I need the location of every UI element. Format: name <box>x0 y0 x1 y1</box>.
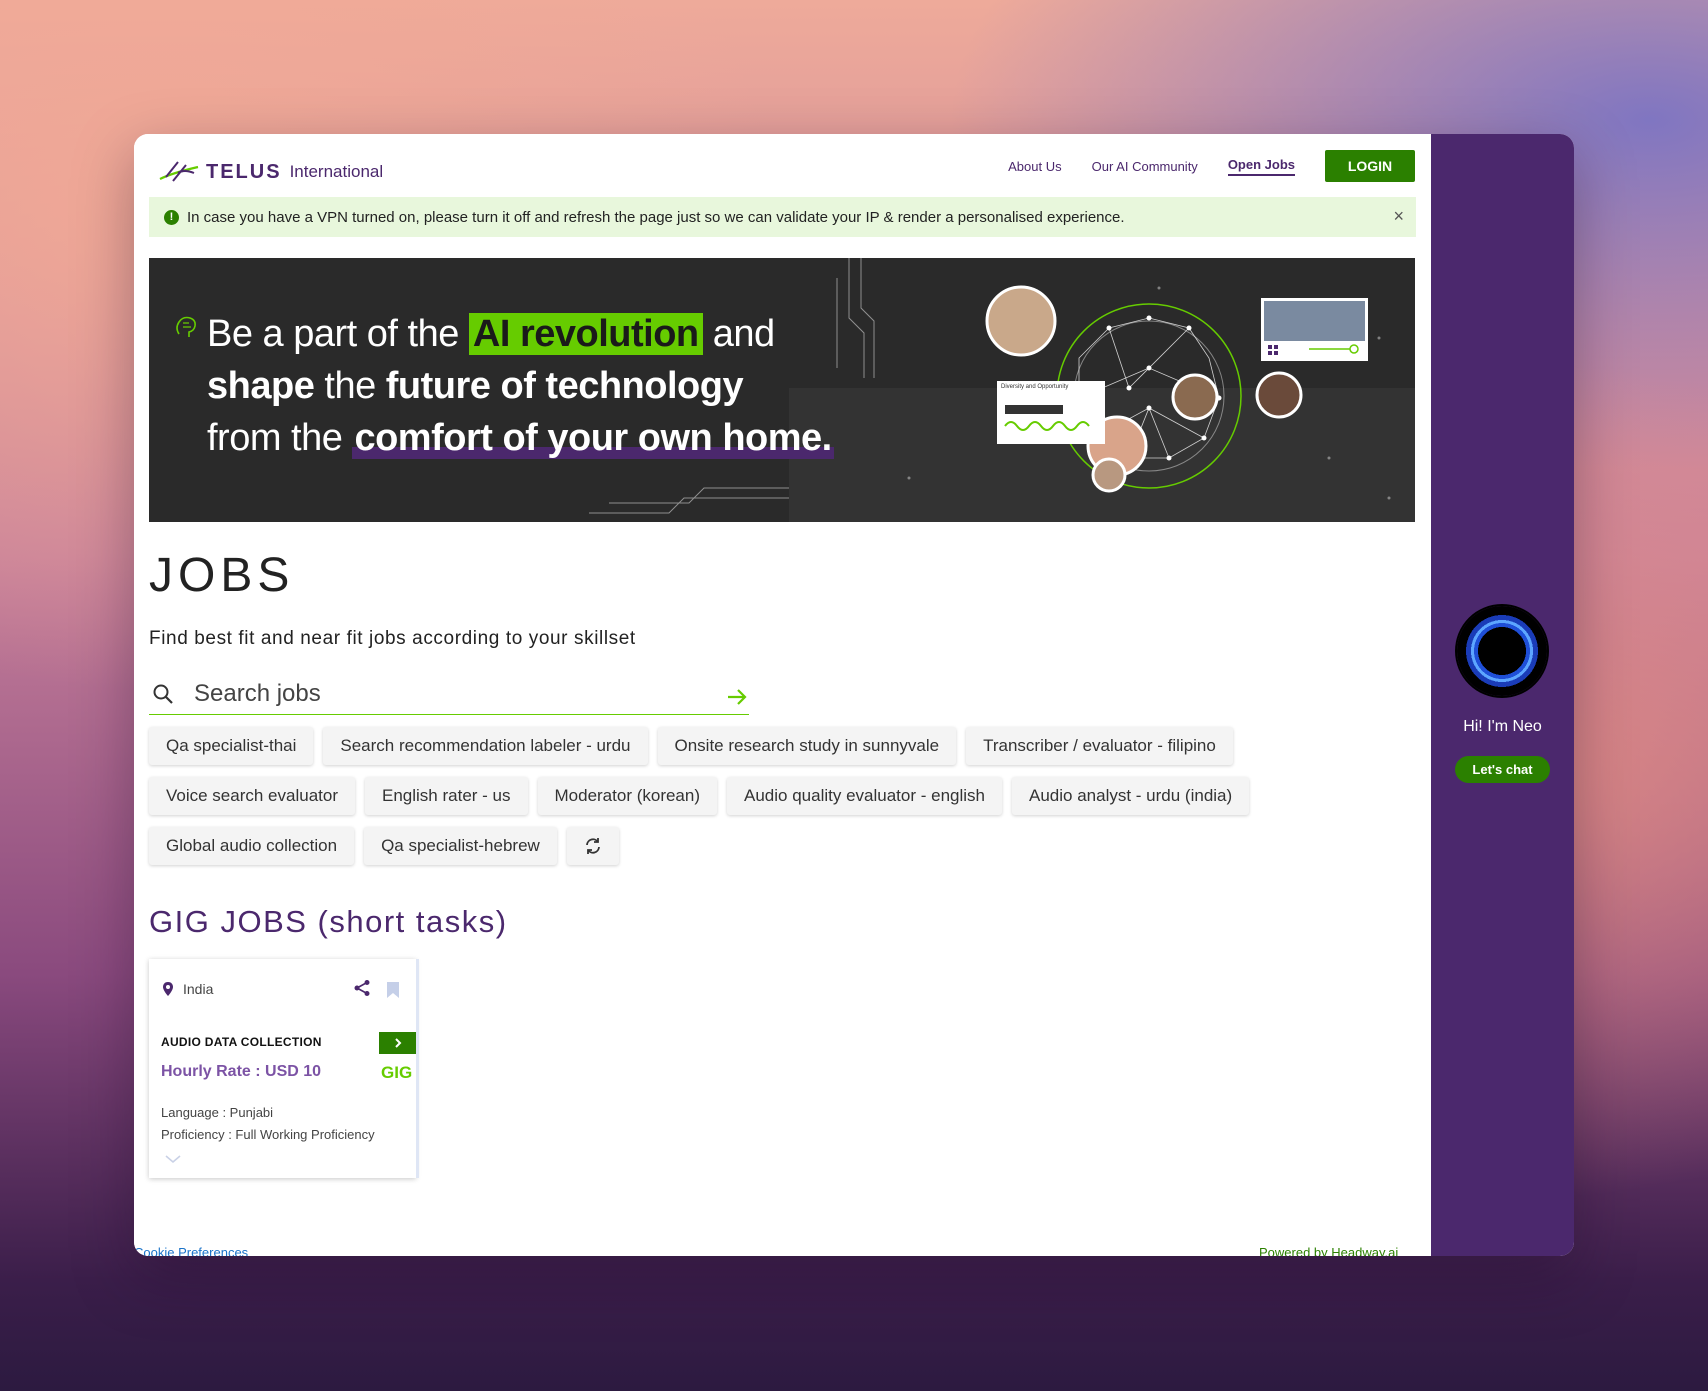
job-chip[interactable]: Moderator (korean) <box>537 777 718 815</box>
card-hourly-rate: Hourly Rate : USD 10 <box>161 1063 322 1080</box>
job-chip[interactable]: Audio quality evaluator - english <box>727 777 1002 815</box>
hero-banner: Be a part of the AI revolution and shape… <box>149 258 1415 522</box>
powered-by-text: Powered by Headway.ai <box>1259 1245 1399 1256</box>
chip-row: Qa specialist-thai Search recommendation… <box>149 727 1419 765</box>
bookmark-icon[interactable] <box>386 981 400 999</box>
nav-about-us[interactable]: About Us <box>1008 159 1061 174</box>
brain-icon <box>176 316 196 337</box>
close-icon[interactable]: × <box>1393 206 1404 227</box>
jobs-title: JOBS <box>149 549 295 602</box>
banner-card-label: Diversity and Opportunity <box>1001 384 1069 390</box>
card-location: India <box>161 981 213 997</box>
search-input[interactable] <box>192 679 716 709</box>
login-button[interactable]: LOGIN <box>1325 150 1415 182</box>
job-chip[interactable]: Onsite research study in sunnyvale <box>657 727 957 765</box>
card-proficiency: Proficiency : Full Working Proficiency <box>161 1127 375 1142</box>
job-suggestions: Qa specialist-thai Search recommendation… <box>149 727 1419 877</box>
banner-line1-post: and <box>702 313 775 355</box>
share-icon[interactable] <box>353 979 371 997</box>
browser-window: TELUS International About Us Our AI Comm… <box>134 134 1574 1256</box>
banner-line2-bold1: shape <box>207 365 315 407</box>
job-chip[interactable]: Transcriber / evaluator - filipino <box>966 727 1233 765</box>
alert-text: In case you have a VPN turned on, please… <box>187 208 1125 226</box>
nav-open-jobs[interactable]: Open Jobs <box>1227 157 1295 176</box>
chip-row: Global audio collection Qa specialist-he… <box>149 827 1419 865</box>
gig-jobs-title: GIG JOBS (short tasks) <box>149 904 508 939</box>
banner-line3-pre: from the <box>207 417 353 459</box>
card-location-text: India <box>183 981 214 997</box>
chip-row: Voice search evaluator English rater - u… <box>149 777 1419 815</box>
main-page: TELUS International About Us Our AI Comm… <box>134 134 1431 1256</box>
job-chip[interactable]: Audio analyst - urdu (india) <box>1012 777 1250 815</box>
card-gig-tag: GIG <box>381 1063 413 1082</box>
open-job-button[interactable] <box>379 1032 416 1054</box>
card-category: AUDIO DATA COLLECTION <box>161 1035 322 1049</box>
banner-line2-bold2: future of technology <box>385 365 744 407</box>
neo-avatar[interactable] <box>1457 606 1547 696</box>
job-chip[interactable]: Qa specialist-thai <box>149 727 314 765</box>
job-chip[interactable]: Voice search evaluator <box>149 777 355 815</box>
chevron-right-icon <box>394 1038 401 1048</box>
logo-subtitle: International <box>289 162 384 181</box>
nav-ai-community[interactable]: Our AI Community <box>1092 159 1198 174</box>
location-pin-icon <box>163 982 173 996</box>
refresh-suggestions-button[interactable] <box>566 827 619 865</box>
card-details: Language : Punjabi Proficiency : Full Wo… <box>161 1102 375 1146</box>
job-chip[interactable]: Qa specialist-hebrew <box>364 827 557 865</box>
job-chip[interactable]: Global audio collection <box>149 827 355 865</box>
telus-logo-icon <box>159 161 199 182</box>
refresh-icon <box>585 838 600 854</box>
banner-line1-pre: Be a part of the <box>207 313 469 355</box>
card-scroll-edge <box>416 959 419 1178</box>
job-search <box>149 674 749 715</box>
banner-line3-highlight: comfort of your own home. <box>352 417 834 459</box>
chat-sidepanel: Hi! I'm Neo Let's chat <box>1431 134 1574 1256</box>
neo-greeting: Hi! I'm Neo <box>1463 718 1542 735</box>
chevron-down-icon[interactable] <box>165 1154 181 1164</box>
gig-job-card[interactable]: India AUDIO DATA COLLECTION Hourly Rate … <box>149 959 416 1178</box>
jobs-subtitle: Find best fit and near fit jobs accordin… <box>149 628 636 649</box>
banner-line2-mid: the <box>314 365 386 407</box>
job-chip[interactable]: English rater - us <box>365 777 528 815</box>
cookie-preferences-link[interactable]: Cookie Preferences <box>134 1245 248 1256</box>
banner-line1-highlight: AI revolution <box>468 313 703 355</box>
lets-chat-button[interactable]: Let's chat <box>1455 756 1550 783</box>
logo-wordmark: TELUS <box>206 160 282 183</box>
arrow-right-icon[interactable] <box>725 686 749 708</box>
job-chip[interactable]: Search recommendation labeler - urdu <box>323 727 648 765</box>
banner-headline: Be a part of the AI revolution and shape… <box>207 308 834 464</box>
top-nav: About Us Our AI Community Open Jobs LOGI… <box>1008 150 1415 182</box>
search-icon <box>153 684 173 704</box>
vpn-alert: ! In case you have a VPN turned on, plea… <box>149 197 1416 237</box>
card-language: Language : Punjabi <box>161 1105 274 1120</box>
telus-logo[interactable]: TELUS International <box>158 158 383 186</box>
info-icon: ! <box>164 209 179 225</box>
